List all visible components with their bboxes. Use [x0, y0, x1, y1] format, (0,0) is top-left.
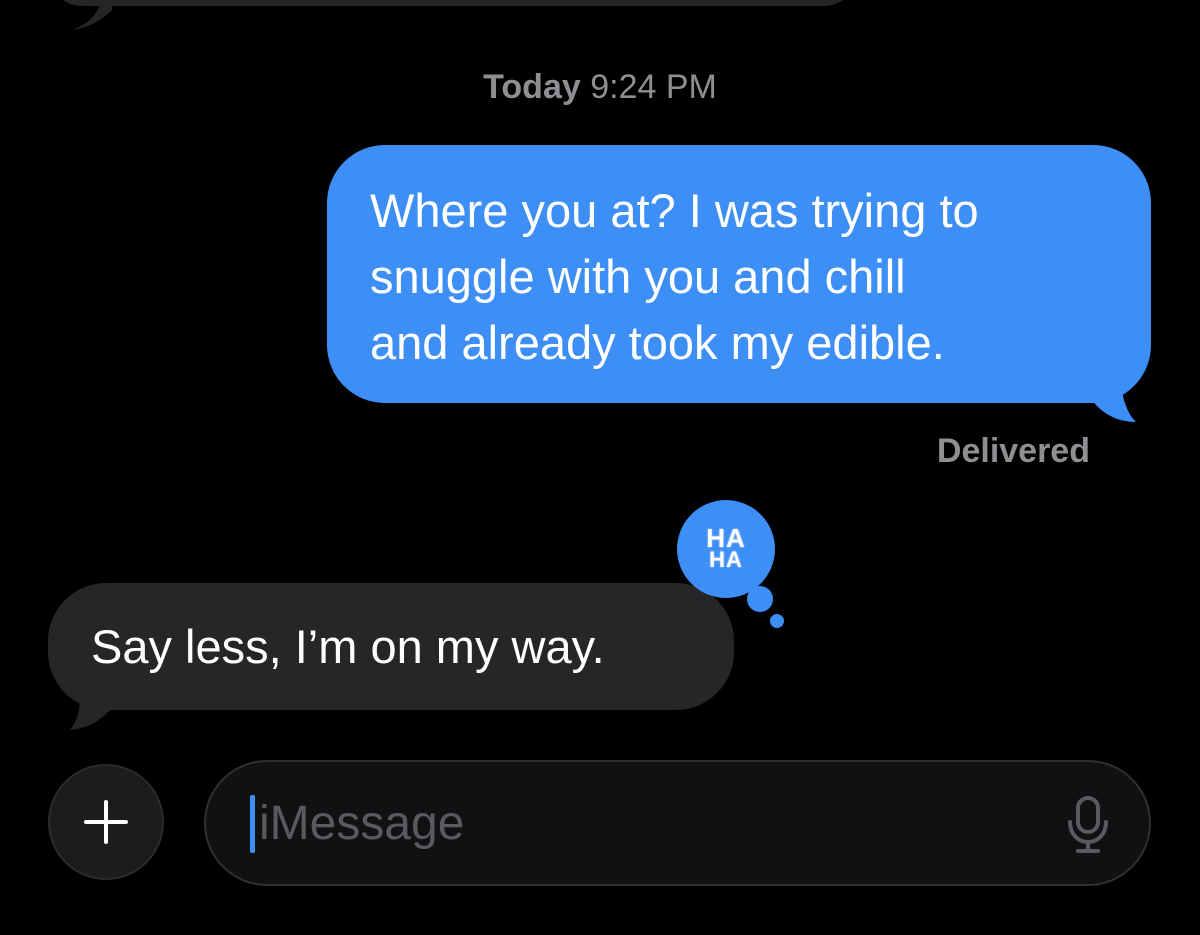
text-caret [250, 795, 255, 853]
delivery-status: Delivered [936, 432, 1090, 470]
message-input-placeholder: iMessage [259, 797, 465, 850]
haha-tapback-reaction[interactable]: HA HA [673, 500, 784, 632]
plus-icon [84, 800, 128, 844]
haha-icon: HA HA [677, 500, 775, 598]
timestamp-time: 9:24 PM [590, 68, 717, 106]
timestamp-day: Today [483, 68, 581, 106]
tapback-bubble-dot-large [747, 586, 773, 612]
incoming-message-text: Say less, I’m on my way. [91, 620, 605, 673]
outgoing-message-text: Where you at? I was trying to snuggle wi… [370, 184, 979, 369]
incoming-bubble-tail [70, 670, 116, 730]
message-timestamp: Today 9:24 PM [0, 68, 1200, 107]
microphone-icon[interactable] [1066, 796, 1110, 854]
outgoing-message-bubble[interactable]: Where you at? I was trying to snuggle wi… [327, 145, 1151, 403]
tapback-bubble-dot-small [770, 614, 784, 628]
incoming-message-bubble[interactable]: Say less, I’m on my way. [48, 583, 734, 710]
tapback-text-line2: HA [709, 547, 743, 572]
tapback-text-line1: HA [706, 523, 746, 553]
add-attachment-button[interactable] [48, 764, 164, 880]
message-input[interactable]: iMessage [204, 760, 1151, 886]
previous-incoming-bubble[interactable] [48, 0, 858, 6]
previous-bubble-tail [72, 0, 112, 30]
outgoing-bubble-tail [1090, 360, 1136, 422]
